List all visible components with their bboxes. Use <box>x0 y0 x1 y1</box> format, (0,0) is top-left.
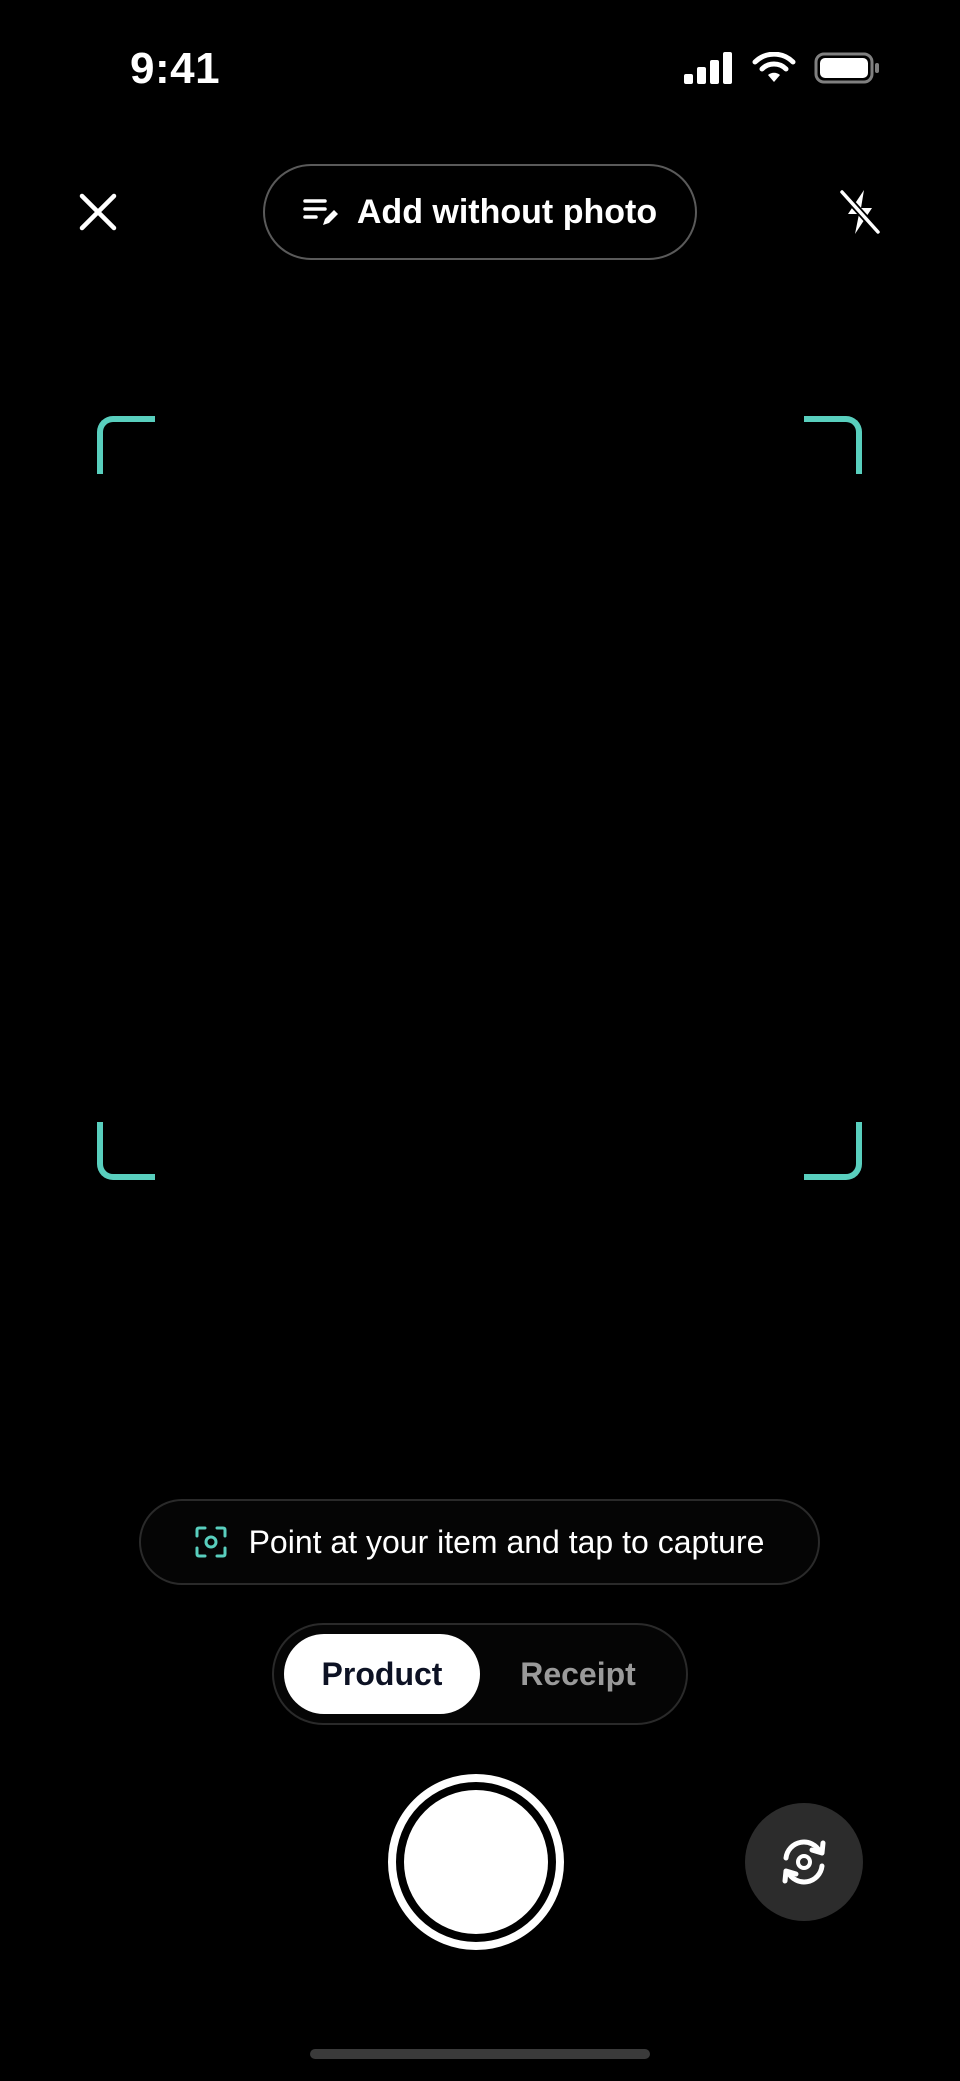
camera-flip-icon <box>782 1839 826 1885</box>
flash-toggle-button[interactable] <box>832 184 888 240</box>
mode-receipt-tab[interactable]: Receipt <box>480 1634 676 1714</box>
home-indicator <box>310 2049 650 2059</box>
status-icons <box>684 52 880 84</box>
battery-icon <box>814 52 879 84</box>
shutter-inner <box>404 1790 548 1934</box>
frame-corner-bottom-left <box>97 1122 155 1180</box>
add-without-photo-button[interactable]: Add without photo <box>263 164 697 260</box>
close-button[interactable] <box>72 186 124 238</box>
close-icon <box>79 193 117 231</box>
mode-toggle: Product Receipt <box>272 1623 688 1725</box>
wifi-icon <box>752 52 796 82</box>
status-time: 9:41 <box>130 44 221 93</box>
cellular-signal-icon <box>684 52 732 84</box>
mode-product-tab[interactable]: Product <box>284 1634 480 1714</box>
capture-hint: Point at your item and tap to capture <box>139 1499 820 1585</box>
add-without-photo-label: Add without photo <box>356 192 658 231</box>
edit-list-icon <box>303 199 338 225</box>
focus-scan-icon <box>195 1526 227 1558</box>
capture-hint-text: Point at your item and tap to capture <box>248 1523 765 1560</box>
frame-corner-top-right <box>804 416 862 474</box>
flip-camera-button[interactable] <box>745 1803 863 1921</box>
flash-off-icon <box>839 189 881 235</box>
frame-corner-bottom-right <box>804 1122 862 1180</box>
frame-corner-top-left <box>97 416 155 474</box>
shutter-button[interactable] <box>388 1774 564 1950</box>
